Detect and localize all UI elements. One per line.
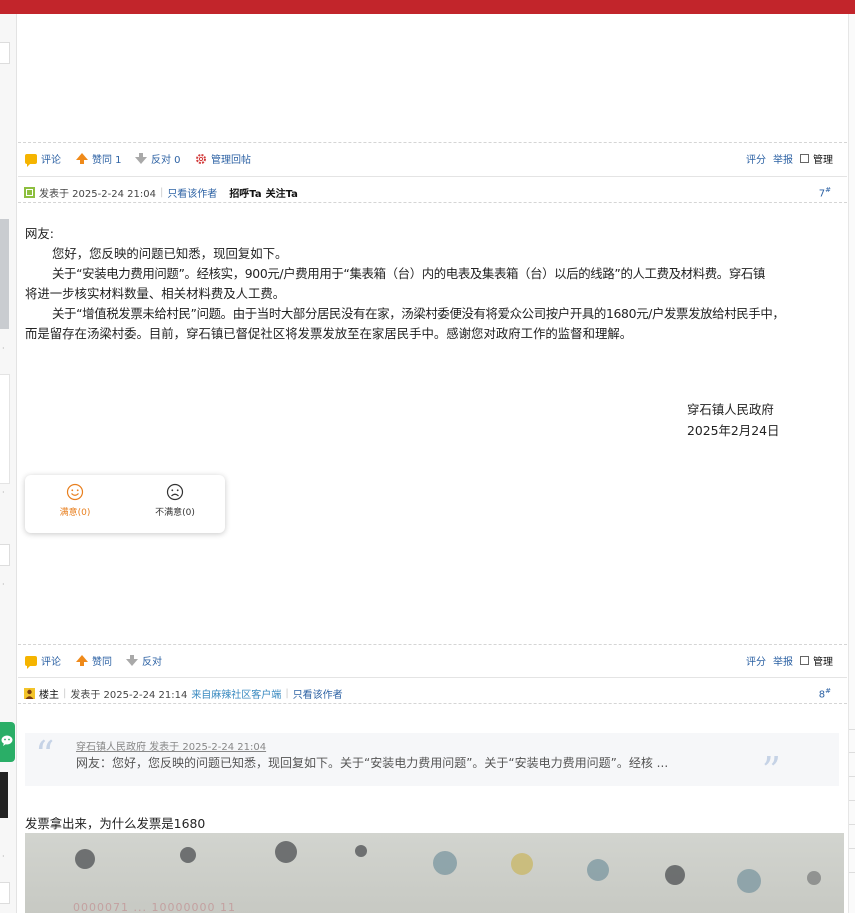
quote-block: “ ” 穿石镇人民政府 发表于 2025-2-24 21:04 网友：您好，您反… — [25, 733, 839, 791]
agree-label: 赞同 — [92, 657, 112, 668]
oppose-label: 反对 0 — [151, 155, 181, 166]
report-label: 举报 — [773, 657, 793, 668]
follow-link[interactable]: 关注Ta — [266, 185, 298, 200]
quote-open-icon: “ — [35, 733, 55, 777]
photo-serial-text: 0000071 ... 10000000 11 — [73, 901, 236, 913]
sidebar-thumbnail[interactable] — [0, 772, 8, 818]
unsatisfied-label: 不满意(0) — [155, 508, 195, 518]
comment-icon — [25, 655, 37, 669]
sidebar-input-edge[interactable] — [0, 42, 10, 64]
agree-label: 赞同 1 — [92, 155, 122, 166]
report-button[interactable]: 举报 — [773, 151, 793, 166]
oppose-label: 反对 — [142, 657, 162, 668]
wechat-icon[interactable] — [0, 722, 15, 762]
only-author-link[interactable]: 只看该作者 — [167, 185, 217, 200]
sidebar-dot: · — [2, 344, 5, 353]
post-6: 评论 赞同 1 反对 0 管理回帖 评分 举报 管理 — [18, 14, 847, 172]
post-8: 楼主 | 发表于 2025-2-24 21:14 来自麻辣社区客户端 | 只看该… — [18, 677, 847, 913]
post-time: 发表于 2025-2-24 21:14 — [70, 690, 188, 701]
comment-icon — [25, 153, 37, 167]
sidebar-dot: · — [2, 488, 5, 497]
signature-block: 穿石镇人民政府 2025年2月24日 — [687, 399, 779, 441]
agree-button[interactable]: 赞同 1 — [76, 151, 122, 166]
sidebar-card-edge — [0, 374, 10, 484]
post-8-meta: 楼主 | 发表于 2025-2-24 21:14 来自麻辣社区客户端 | 只看该… — [18, 678, 847, 704]
manage-check-box[interactable] — [800, 656, 809, 665]
frown-icon — [166, 483, 184, 501]
post-7-action-bar: 评论 赞同 反对 评分 举报 管理 — [18, 644, 847, 674]
quote-meta[interactable]: 穿石镇人民政府 发表于 2025-2-24 21:04 — [76, 738, 266, 753]
rating-widget: 满意(0) 不满意(0) — [25, 475, 225, 533]
sidebar-input-edge[interactable] — [0, 882, 10, 904]
floor-suffix: # — [825, 687, 831, 695]
report-button[interactable]: 举报 — [773, 653, 793, 668]
post-7-meta: 发表于 2025-2-24 21:04 | 只看该作者 招呼Ta 关注Ta 7# — [18, 177, 847, 203]
reply-text: 发票拿出来，为什么发票是1680 — [25, 816, 206, 831]
invoice-photo[interactable]: 0000071 ... 10000000 11 — [25, 833, 844, 913]
rate-label: 评分 — [746, 657, 766, 668]
manage-label: 管理 — [813, 155, 833, 166]
client-source-link[interactable]: 来自麻辣社区客户端 — [191, 686, 281, 701]
sidebar-dot: · — [2, 580, 5, 589]
user-icon — [24, 688, 35, 699]
greeting-line: 网友: — [25, 226, 54, 241]
manage-check-box[interactable] — [800, 154, 809, 163]
separator: | — [159, 187, 164, 198]
oppose-button[interactable]: 反对 0 — [135, 151, 181, 166]
manage-checkbox[interactable]: 管理 — [800, 653, 833, 668]
sidebar-image-edge[interactable] — [0, 219, 9, 329]
unsatisfied-button[interactable]: 不满意(0) — [145, 483, 205, 518]
content-paragraph: 而是留存在汤梁村委。目前，穿石镇已督促社区将发票发放至在家居民手中。感谢您对政府… — [25, 326, 633, 341]
signature-org: 穿石镇人民政府 — [687, 402, 774, 417]
comment-button[interactable]: 评论 — [25, 653, 61, 669]
oppose-button[interactable]: 反对 — [126, 653, 162, 668]
rate-button[interactable]: 评分 — [746, 653, 766, 668]
manage-label: 管理 — [813, 657, 833, 668]
site-header-bar — [0, 0, 855, 14]
admin-reply-button[interactable]: 管理回帖 — [195, 151, 251, 166]
only-author-link[interactable]: 只看该作者 — [293, 686, 343, 701]
comment-label: 评论 — [41, 155, 61, 166]
admin-reply-label: 管理回帖 — [211, 155, 251, 166]
post-7: 发表于 2025-2-24 21:04 | 只看该作者 招呼Ta 关注Ta 7#… — [18, 176, 847, 673]
user-icon — [24, 187, 35, 198]
separator: | — [285, 688, 289, 699]
thumb-up-icon — [76, 153, 88, 164]
report-label: 举报 — [773, 155, 793, 166]
sidebar-dot: · — [2, 852, 5, 861]
content-paragraph: 将进一步核实材料数量、相关材料费及人工费。 — [25, 286, 286, 301]
separator: | — [63, 688, 67, 699]
thumb-down-icon — [135, 153, 147, 164]
floor-number[interactable]: 7# — [819, 186, 831, 199]
thumb-down-icon — [126, 655, 138, 666]
floor-number[interactable]: 8# — [819, 687, 831, 700]
signature-date: 2025年2月24日 — [687, 423, 780, 438]
post-7-content: 网友: 您好，您反映的问题已知悉，现回复如下。 关于“安装电力费用问题”。经核实… — [25, 224, 785, 344]
quote-close-icon: ” — [761, 749, 781, 793]
rate-button[interactable]: 评分 — [746, 151, 766, 166]
content-paragraph: 您好，您反映的问题已知悉，现回复如下。 — [52, 246, 288, 261]
sidebar-input-edge[interactable] — [0, 544, 10, 566]
thread-starter-badge: 楼主 — [39, 690, 59, 701]
manage-checkbox[interactable]: 管理 — [800, 151, 833, 166]
satisfied-label: 满意(0) — [59, 508, 91, 518]
agree-button[interactable]: 赞同 — [76, 653, 112, 668]
quote-text: 网友：您好，您反映的问题已知悉，现回复如下。关于“安装电力费用问题”。关于“安装… — [76, 756, 669, 770]
rate-label: 评分 — [746, 155, 766, 166]
right-scroll-edge — [848, 14, 855, 913]
floor-suffix: # — [825, 186, 831, 194]
comment-label: 评论 — [41, 657, 61, 668]
post-time: 发表于 2025-2-24 21:04 — [39, 189, 156, 200]
comment-button[interactable]: 评论 — [25, 151, 61, 167]
post-6-action-bar: 评论 赞同 1 反对 0 管理回帖 评分 举报 管理 — [18, 142, 847, 172]
satisfied-button[interactable]: 满意(0) — [45, 483, 105, 518]
content-paragraph: 关于“安装电力费用问题”。经核实，900元/户费用用于“集表箱（台）内的电表及集… — [52, 266, 765, 281]
gear-icon — [196, 153, 206, 164]
content-paragraph: 关于“增值税发票未给村民”问题。由于当时大部分居民没有在家，汤梁村委便没有将爱众… — [52, 306, 785, 321]
thumb-up-icon — [76, 655, 88, 666]
smile-icon — [66, 483, 84, 501]
greet-link[interactable]: 招呼Ta — [229, 185, 261, 200]
